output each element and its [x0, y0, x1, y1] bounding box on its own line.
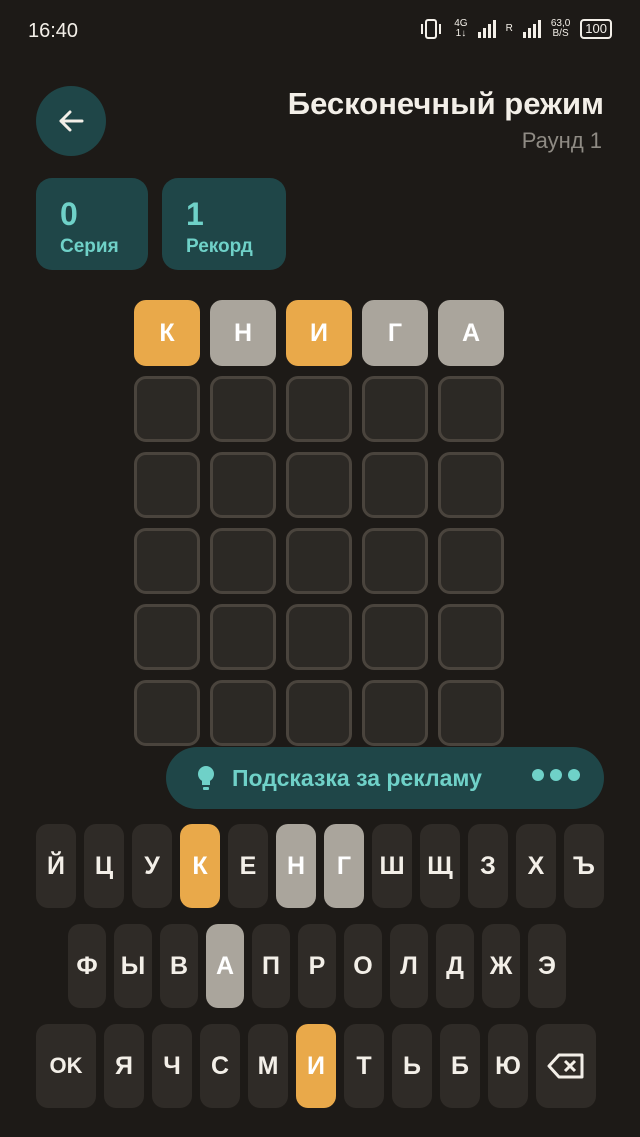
enter-key[interactable]: OK [36, 1024, 96, 1108]
streak-card: 0 Серия [36, 178, 148, 270]
round-label: Раунд 1 [521, 128, 602, 153]
hint-label: Подсказка за рекламу [232, 764, 482, 791]
board-cell [438, 604, 504, 670]
key[interactable]: Ю [488, 1024, 528, 1108]
board-cell [362, 604, 428, 670]
key[interactable]: Ш [372, 824, 412, 908]
key[interactable]: А [206, 924, 244, 1008]
board-cell [286, 452, 352, 518]
key[interactable]: Р [298, 924, 336, 1008]
board-cell [134, 604, 200, 670]
board-cell [286, 376, 352, 442]
key[interactable]: Й [36, 824, 76, 908]
key[interactable]: П [252, 924, 290, 1008]
board-cell [134, 528, 200, 594]
back-button[interactable] [36, 86, 106, 156]
status-bar: 16:40 4G 1↓ R 63,0 B/S 100 [0, 0, 640, 64]
key[interactable]: С [200, 1024, 240, 1108]
key[interactable]: Ж [482, 924, 520, 1008]
battery-icon: 100 [580, 19, 612, 39]
board-row [134, 680, 506, 746]
key[interactable]: К [180, 824, 220, 908]
key[interactable]: Ц [84, 824, 124, 908]
key[interactable]: Ь [392, 1024, 432, 1108]
keyboard-row: ФЫВАПРОЛДЖЭ [68, 924, 566, 1008]
board-cell [210, 680, 276, 746]
vibrate-icon [421, 19, 442, 39]
board-cell [438, 680, 504, 746]
board-cell [286, 604, 352, 670]
more-dots-icon [532, 769, 580, 781]
board-cell: И [286, 300, 352, 366]
key[interactable]: Ф [68, 924, 106, 1008]
board-cell [362, 452, 428, 518]
hint-button[interactable]: Подсказка за рекламу [166, 747, 604, 809]
board-cell [438, 452, 504, 518]
board-cell: Н [210, 300, 276, 366]
board-cell [286, 680, 352, 746]
key[interactable]: Т [344, 1024, 384, 1108]
board-cell [210, 452, 276, 518]
key[interactable]: Ы [114, 924, 152, 1008]
key[interactable]: О [344, 924, 382, 1008]
lightbulb-icon [198, 766, 214, 790]
key[interactable]: В [160, 924, 198, 1008]
keyboard-row: OK Я Ч С М И Т Ь Б Ю [36, 1024, 596, 1108]
board-cell [286, 528, 352, 594]
board-row [134, 528, 506, 594]
record-label: Рекорд [186, 236, 253, 257]
key[interactable]: Е [228, 824, 268, 908]
board-row [134, 604, 506, 670]
record-value: 1 [186, 196, 204, 232]
signal-icon-2 [522, 20, 541, 38]
roaming-label: R [505, 23, 513, 34]
board-cell [134, 452, 200, 518]
key[interactable]: Б [440, 1024, 480, 1108]
board-cell [362, 528, 428, 594]
page-title: Бесконечный режим [287, 86, 604, 121]
board-cell [438, 528, 504, 594]
board-cell [134, 376, 200, 442]
board-cell [134, 680, 200, 746]
key[interactable]: М [248, 1024, 288, 1108]
board-cell [438, 376, 504, 442]
board-row [134, 376, 506, 442]
board-cell [362, 376, 428, 442]
arrow-left-icon [59, 110, 84, 132]
signal-icon [477, 20, 496, 38]
board-cell: К [134, 300, 200, 366]
keyboard-row: ЙЦУКЕНГШЩЗХЪ [36, 824, 604, 908]
board-cell [210, 528, 276, 594]
key[interactable]: Ч [152, 1024, 192, 1108]
key[interactable]: З [468, 824, 508, 908]
key[interactable]: Х [516, 824, 556, 908]
board-cell [362, 680, 428, 746]
key[interactable]: Г [324, 824, 364, 908]
key[interactable]: Щ [420, 824, 460, 908]
streak-label: Серия [60, 236, 119, 257]
key[interactable]: Д [436, 924, 474, 1008]
backspace-icon [547, 1053, 584, 1079]
key[interactable]: Я [104, 1024, 144, 1108]
board-cell: А [438, 300, 504, 366]
key[interactable]: Ъ [564, 824, 604, 908]
board-cell: Г [362, 300, 428, 366]
net-speed: 63,0 B/S [550, 18, 571, 39]
board-row [134, 452, 506, 518]
key[interactable]: Л [390, 924, 428, 1008]
key[interactable]: Э [528, 924, 566, 1008]
game-board: КНИГА [134, 300, 506, 756]
board-cell [210, 376, 276, 442]
backspace-key[interactable] [536, 1024, 596, 1108]
board-row: КНИГА [134, 300, 506, 366]
key[interactable]: И [296, 1024, 336, 1108]
record-card: 1 Рекорд [162, 178, 286, 270]
status-time: 16:40 [28, 20, 79, 42]
key[interactable]: Н [276, 824, 316, 908]
network-type: 4G 1↓ [454, 18, 468, 39]
streak-value: 0 [60, 196, 78, 232]
key[interactable]: У [132, 824, 172, 908]
board-cell [210, 604, 276, 670]
status-icons: 4G 1↓ R 63,0 B/S 100 [418, 18, 612, 40]
